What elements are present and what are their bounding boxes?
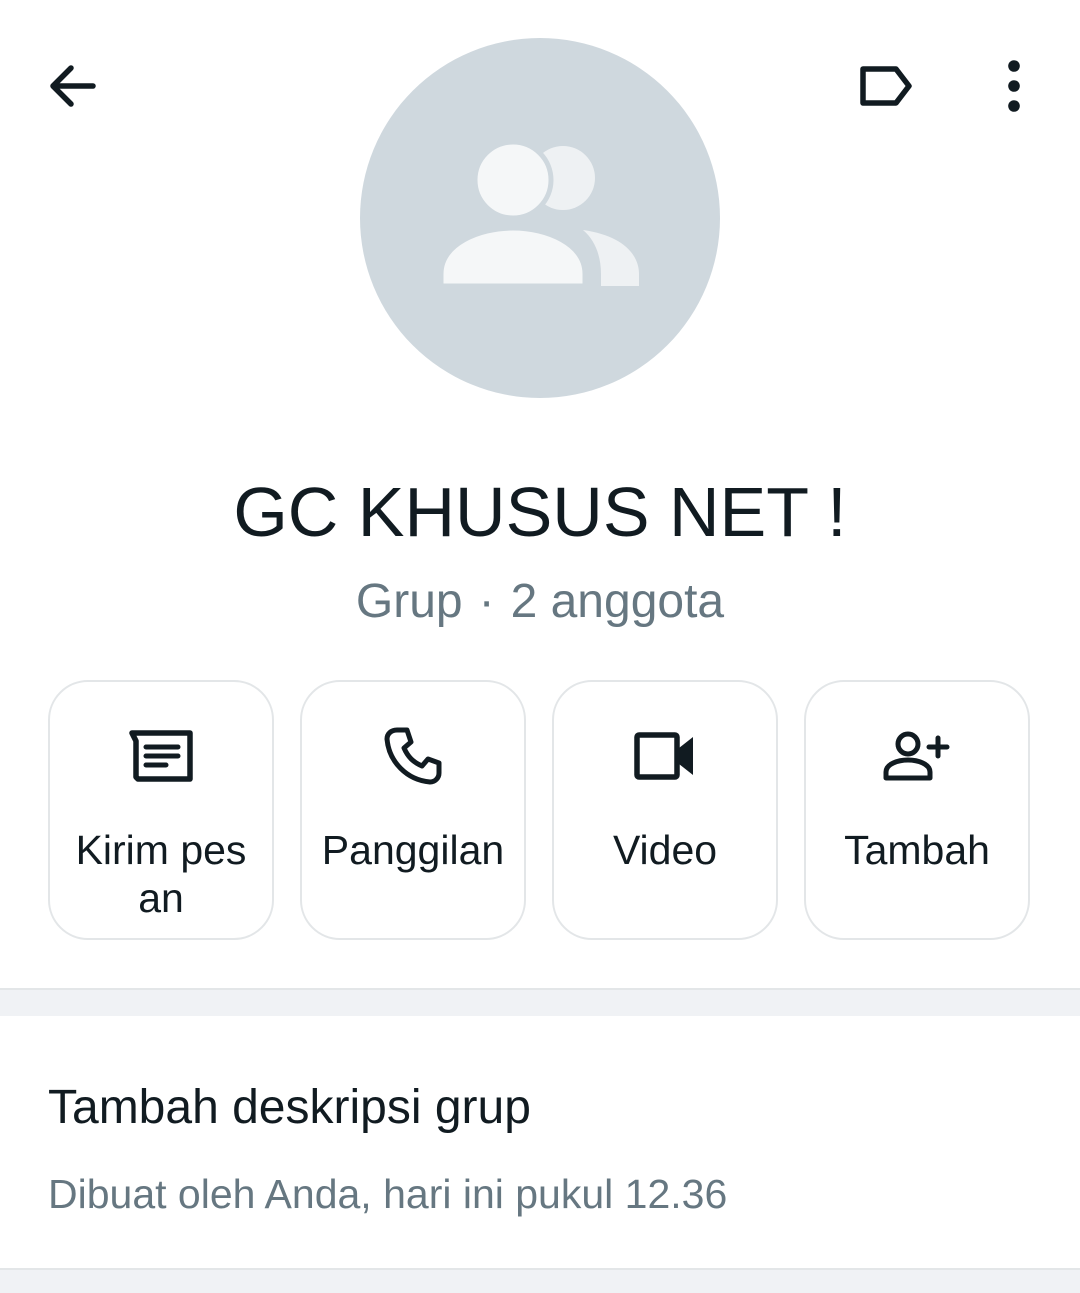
video-call-label: Video (612, 827, 718, 873)
member-count[interactable]: 2 anggota (511, 575, 725, 628)
more-options-button[interactable] (974, 46, 1054, 126)
label-tag-icon (860, 66, 912, 106)
add-member-button[interactable]: Tambah (804, 680, 1030, 940)
label-button[interactable] (846, 46, 926, 126)
group-subtitle: Grup · 2 anggota (0, 572, 1080, 632)
message-icon (129, 730, 193, 782)
video-camera-icon (634, 732, 693, 780)
section-divider-bottom (0, 1268, 1080, 1293)
phone-icon (384, 727, 442, 785)
created-info: Dibuat oleh Anda, hari ini pukul 12.36 (48, 1171, 728, 1217)
group-type: Grup (355, 575, 463, 628)
arrow-left-icon (50, 65, 96, 107)
add-member-label: Tambah (844, 827, 990, 873)
group-avatar[interactable] (360, 38, 720, 398)
voice-call-button[interactable]: Panggilan (300, 680, 526, 940)
add-description-link[interactable]: Tambah deskripsi grup (48, 1078, 531, 1138)
add-person-icon (883, 731, 950, 781)
action-buttons: Kirim pesan Panggilan Video Tambah (48, 680, 1032, 942)
group-name[interactable]: GC KHUSUS NET ! (0, 470, 1080, 554)
video-call-button[interactable]: Video (552, 680, 778, 940)
section-divider (0, 988, 1080, 1016)
back-button[interactable] (32, 46, 112, 126)
group-avatar-icon (438, 139, 639, 289)
group-info-page: GC KHUSUS NET ! Grup · 2 anggota Kirim pes… (0, 0, 1080, 1293)
send-message-label: Kirim pesan (75, 827, 247, 921)
send-message-button[interactable]: Kirim pesan (48, 680, 274, 940)
more-vertical-icon (1008, 60, 1020, 112)
separator-dot: · (478, 575, 495, 628)
voice-call-label: Panggilan (321, 827, 505, 873)
